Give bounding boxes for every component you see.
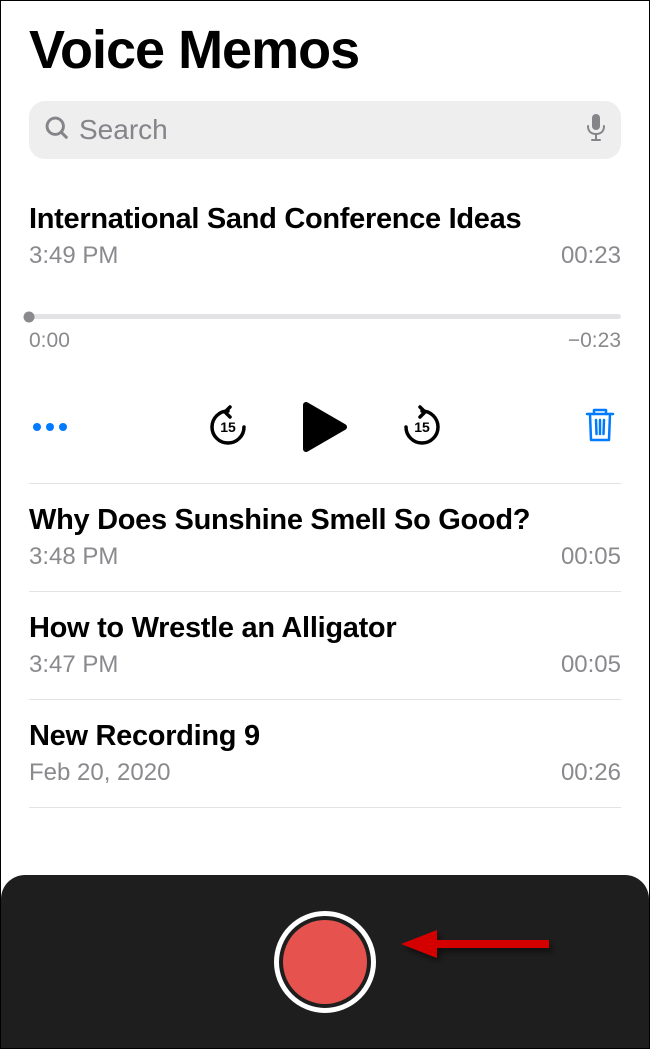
memo-time: 3:49 PM	[29, 242, 118, 270]
record-button[interactable]	[274, 911, 376, 1013]
scrubber-track[interactable]	[29, 314, 621, 319]
microphone-icon[interactable]	[585, 113, 607, 148]
memo-title: International Sand Conference Ideas	[29, 203, 621, 236]
memo-time: Feb 20, 2020	[29, 759, 170, 787]
record-bar	[1, 875, 649, 1048]
memo-expanded: International Sand Conference Ideas 3:49…	[29, 177, 621, 484]
more-button[interactable]	[33, 423, 67, 431]
scrub-end-time: −0:23	[568, 329, 621, 353]
memo-duration: 00:26	[561, 759, 621, 787]
svg-text:15: 15	[414, 419, 430, 435]
playback-controls: 15 15	[29, 401, 621, 453]
memo-meta: 3:49 PM 00:23	[29, 242, 621, 270]
svg-text:15: 15	[220, 419, 236, 435]
memo-title: New Recording 9	[29, 720, 621, 753]
center-controls: 15 15	[206, 401, 444, 453]
memo-item[interactable]: How to Wrestle an Alligator 3:47 PM 00:0…	[29, 592, 621, 700]
memo-duration: 00:05	[561, 651, 621, 679]
more-dot-icon	[46, 423, 54, 431]
more-dot-icon	[59, 423, 67, 431]
memo-meta: 3:48 PM 00:05	[29, 543, 621, 571]
memo-duration: 00:23	[561, 242, 621, 270]
skip-forward-button[interactable]: 15	[400, 405, 444, 449]
scrubber-thumb[interactable]	[24, 311, 35, 322]
memo-title: Why Does Sunshine Smell So Good?	[29, 504, 621, 537]
memo-time: 3:47 PM	[29, 651, 118, 679]
memo-duration: 00:05	[561, 543, 621, 571]
play-button[interactable]	[302, 401, 348, 453]
memo-item[interactable]: New Recording 9 Feb 20, 2020 00:26	[29, 700, 621, 808]
search-icon	[43, 114, 71, 147]
page-title: Voice Memos	[29, 19, 621, 81]
memo-meta: 3:47 PM 00:05	[29, 651, 621, 679]
skip-back-button[interactable]: 15	[206, 405, 250, 449]
playback-scrubber[interactable]: 0:00 −0:23	[29, 314, 621, 353]
search-bar[interactable]	[29, 101, 621, 159]
header: Voice Memos	[1, 1, 649, 91]
memo-title: How to Wrestle an Alligator	[29, 612, 621, 645]
memo-list: International Sand Conference Ideas 3:49…	[1, 177, 649, 808]
memo-meta: Feb 20, 2020 00:26	[29, 759, 621, 787]
more-dot-icon	[33, 423, 41, 431]
memo-time: 3:48 PM	[29, 543, 118, 571]
scrub-start-time: 0:00	[29, 329, 70, 353]
memo-item[interactable]: Why Does Sunshine Smell So Good? 3:48 PM…	[29, 484, 621, 592]
scrubber-times: 0:00 −0:23	[29, 329, 621, 353]
record-icon	[283, 920, 367, 1004]
delete-button[interactable]	[583, 406, 617, 449]
search-input[interactable]	[79, 114, 585, 146]
